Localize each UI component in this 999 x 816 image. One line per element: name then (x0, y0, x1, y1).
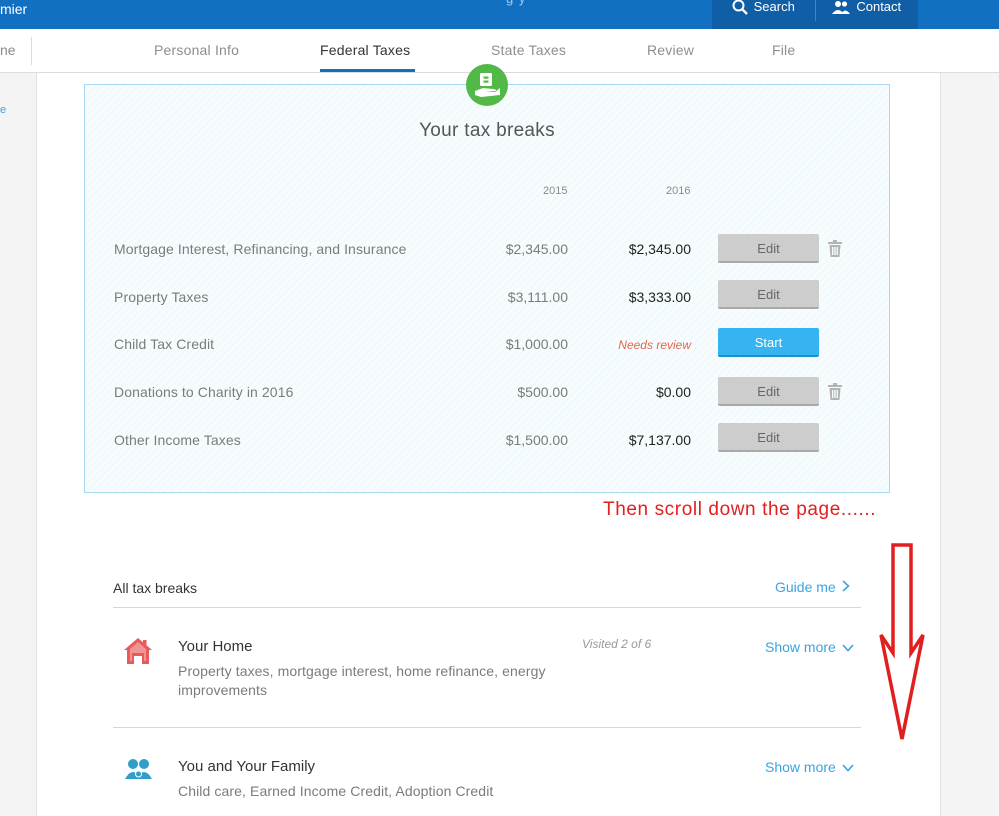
category-title-family[interactable]: You and Your Family (178, 758, 315, 775)
people-icon (832, 0, 851, 14)
row-value-2016: $3,333.00 (628, 289, 691, 305)
contact-label: Contact (856, 0, 902, 14)
panel-title: Your tax breaks (419, 120, 555, 141)
chevron-right-icon (842, 579, 850, 595)
nav-divider (31, 37, 32, 65)
active-tab-indicator (320, 69, 415, 72)
category-desc: Property taxes, mortgage interest, home … (178, 663, 546, 698)
column-header-2015: 2015 (543, 185, 568, 197)
nav-left-link[interactable]: ne (0, 42, 16, 58)
row-value-2016: $2,345.00 (628, 241, 691, 257)
row-label-donations: Donations to Charity in 2016 (114, 384, 294, 400)
row-value-2015: $1,000.00 (505, 336, 568, 352)
search-icon (732, 0, 748, 15)
contact-button[interactable]: Contact (814, 0, 919, 21)
scroll-annotation: Then scroll down the page...... (603, 499, 877, 520)
show-more-link[interactable]: Show more (765, 639, 854, 655)
search-label: Search (753, 0, 795, 14)
show-more-label: Show more (765, 759, 836, 775)
category-title-your-home[interactable]: Your Home (178, 638, 253, 655)
top-header: mier g y Search Contact (0, 0, 999, 29)
search-button[interactable]: Search (712, 0, 815, 21)
category-divider (113, 727, 861, 728)
header-faint-text: g y (506, 0, 526, 6)
brand-name: mier (0, 1, 28, 17)
section-divider (113, 607, 861, 608)
sidebar-link[interactable]: e (0, 104, 6, 116)
tab-personal-info[interactable]: Personal Info (154, 42, 239, 58)
visited-progress: Visited 2 of 6 (582, 637, 652, 651)
down-arrow-annotation (879, 543, 925, 740)
row-label-child-tax-credit: Child Tax Credit (114, 336, 215, 352)
row-value-2015: $3,111.00 (507, 289, 568, 305)
edit-button[interactable]: Edit (718, 234, 819, 263)
show-more-link[interactable]: Show more (765, 759, 854, 775)
row-value-2015: $1,500.00 (505, 432, 568, 448)
house-icon (123, 637, 153, 670)
tab-review[interactable]: Review (647, 42, 694, 58)
header-actions: Search Contact (712, 0, 918, 29)
tab-federal-taxes[interactable]: Federal Taxes (320, 42, 410, 58)
edit-button[interactable]: Edit (718, 423, 819, 452)
edit-button[interactable]: Edit (718, 280, 819, 309)
edit-button[interactable]: Edit (718, 377, 819, 406)
row-label-property-taxes: Property Taxes (114, 289, 209, 305)
row-label-other-income-taxes: Other Income Taxes (114, 432, 241, 448)
column-header-2016: 2016 (666, 185, 691, 197)
trash-icon[interactable] (828, 240, 842, 262)
row-label-mortgage: Mortgage Interest, Refinancing, and Insu… (114, 241, 407, 257)
category-desc: Child care, Earned Income Credit, Adopti… (178, 783, 494, 799)
start-button[interactable]: Start (718, 328, 819, 357)
show-more-label: Show more (765, 639, 836, 655)
needs-review-status: Needs review (618, 338, 691, 352)
chevron-down-icon (842, 639, 854, 655)
row-value-2016: $7,137.00 (628, 432, 691, 448)
row-value-2015: $500.00 (517, 384, 568, 400)
family-icon (123, 757, 153, 790)
money-hand-icon (466, 64, 508, 106)
tab-state-taxes[interactable]: State Taxes (491, 42, 566, 58)
trash-icon[interactable] (828, 383, 842, 405)
guide-me-label: Guide me (775, 579, 836, 595)
chevron-down-icon (842, 759, 854, 775)
row-value-2015: $2,345.00 (505, 241, 568, 257)
all-tax-breaks-title: All tax breaks (113, 580, 198, 596)
guide-me-link[interactable]: Guide me (775, 579, 850, 595)
tab-file[interactable]: File (772, 42, 795, 58)
row-value-2016: $0.00 (655, 384, 691, 400)
